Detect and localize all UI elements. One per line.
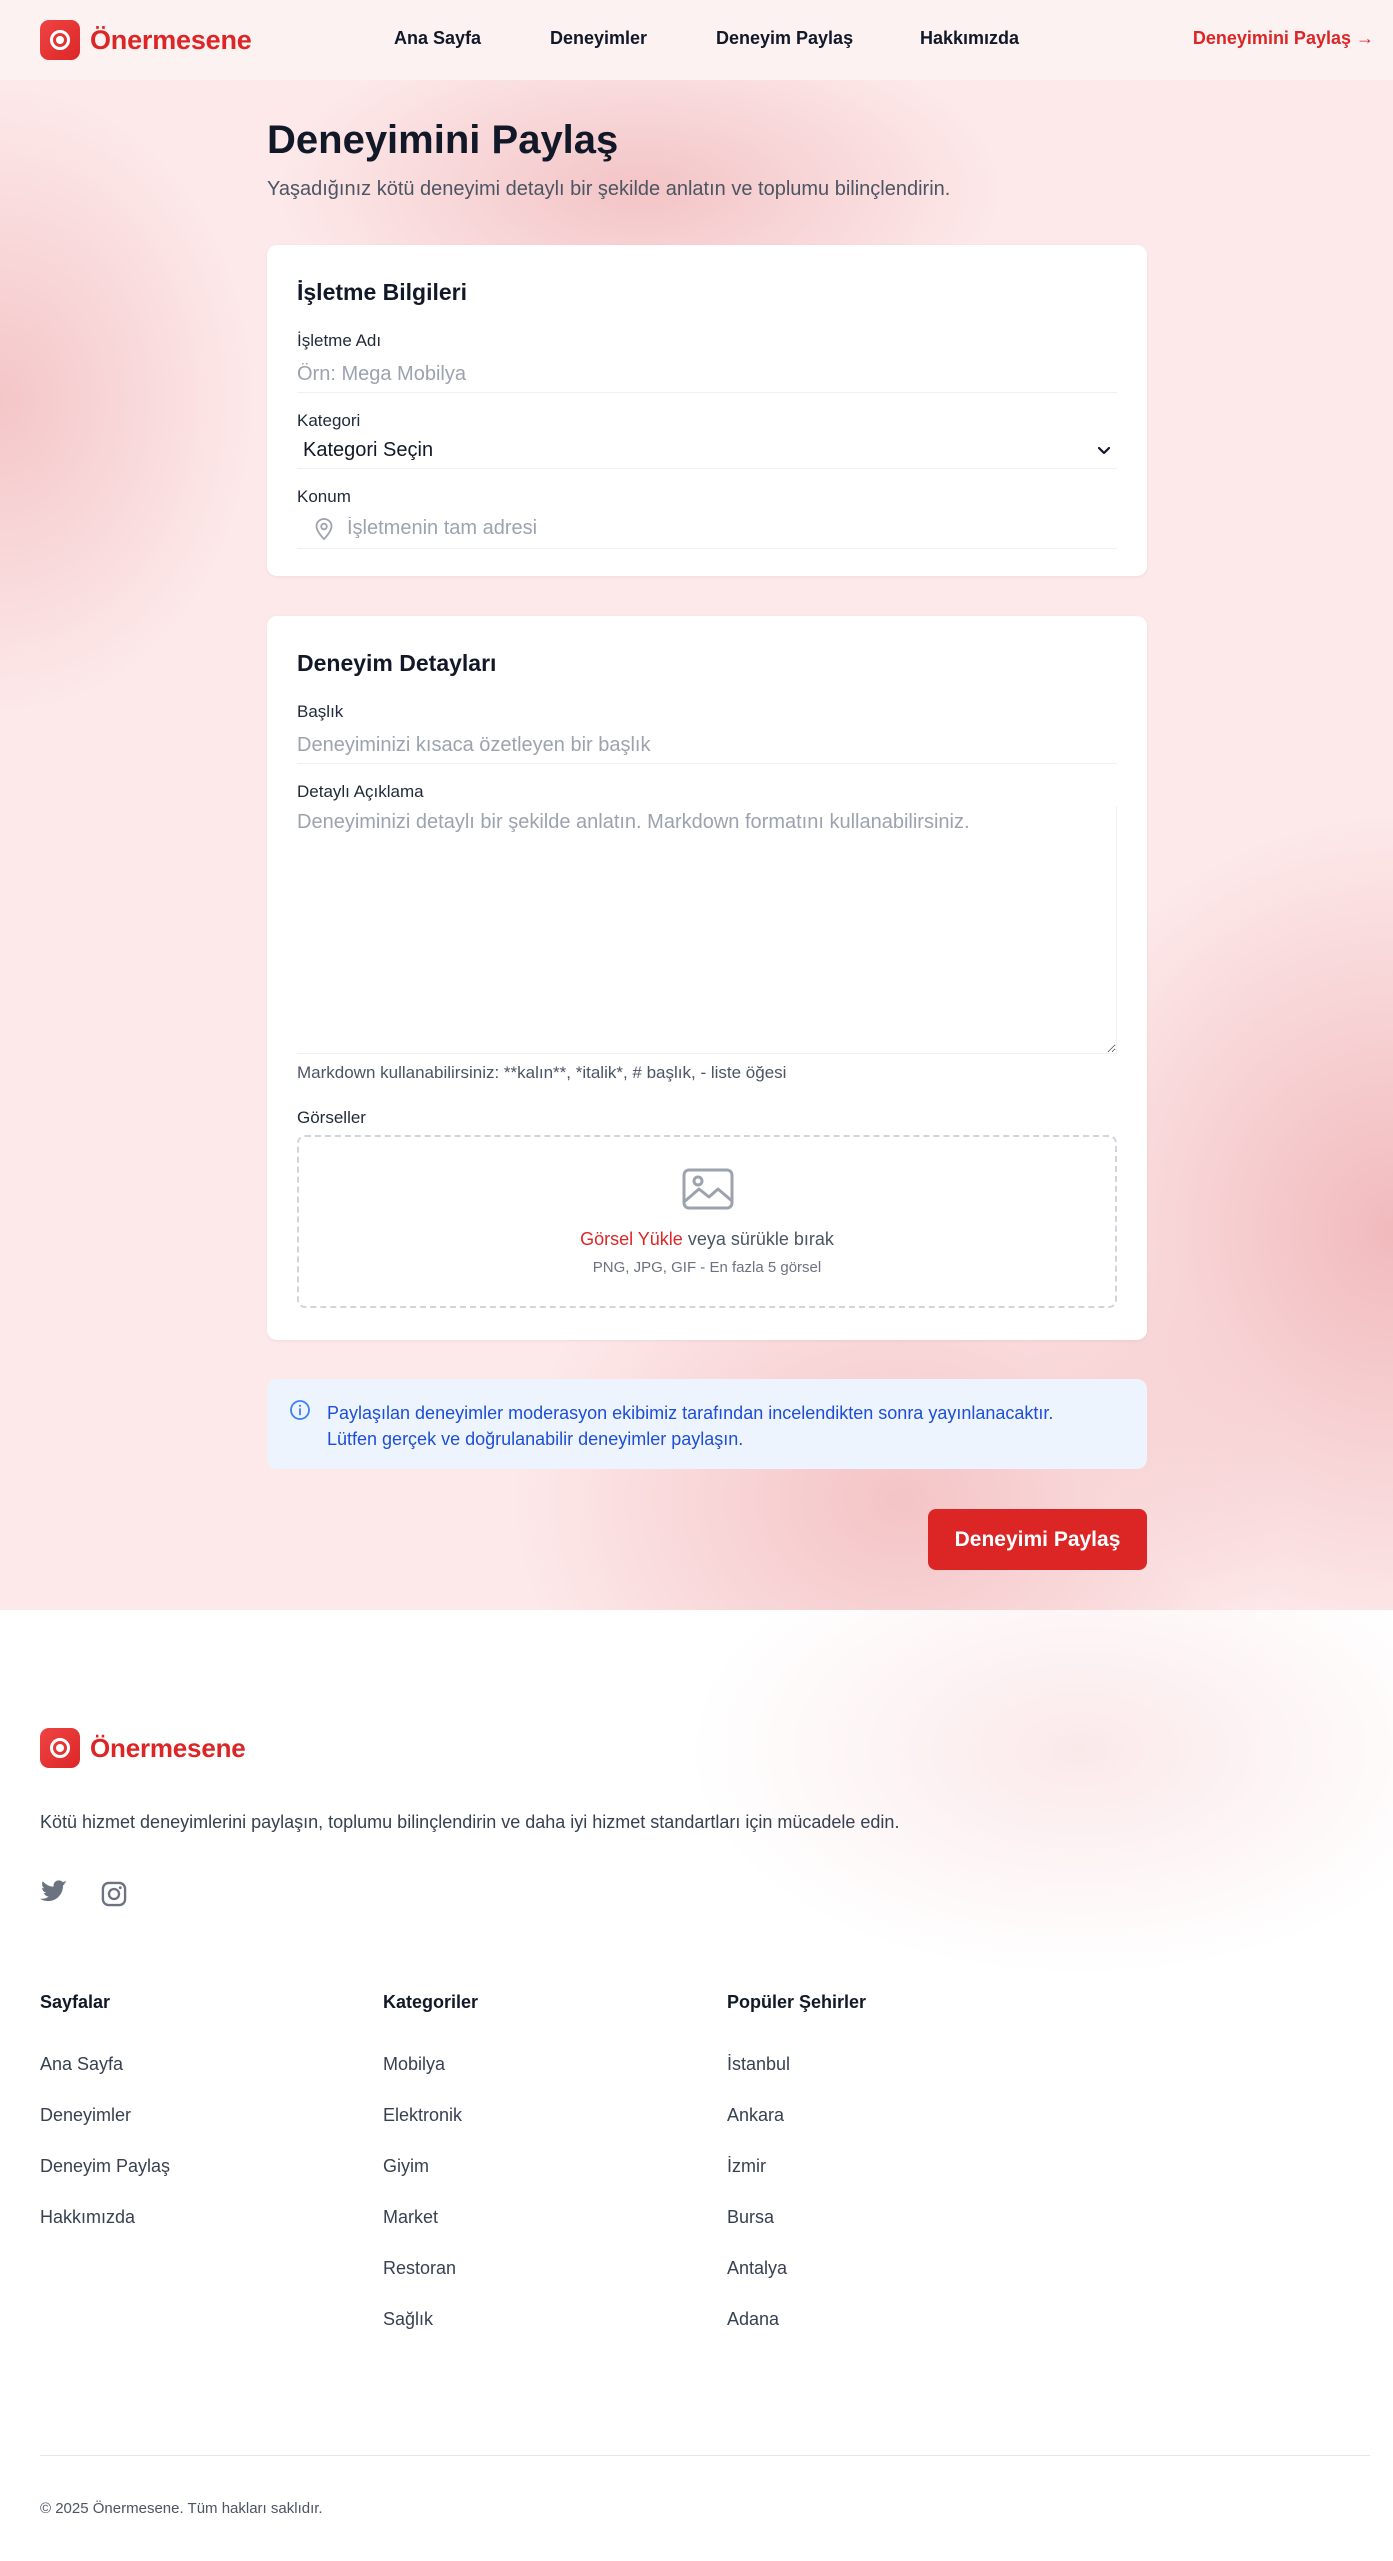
site-header: Önermesene Ana Sayfa Deneyimler Deneyim … — [0, 0, 1393, 80]
upload-rest-text: veya sürükle bırak — [682, 1229, 834, 1249]
category-select[interactable]: Kategori Seçin — [297, 433, 1117, 469]
footer-link[interactable]: İzmir — [727, 2156, 766, 2177]
business-name-label: İşletme Adı — [297, 331, 382, 350]
business-card-title: İşletme Bilgileri — [297, 279, 468, 305]
footer-col-title-categories: Kategoriler — [383, 1992, 479, 2012]
footer-link[interactable]: Adana — [727, 2309, 779, 2330]
header-share-cta[interactable]: Deneyimini Paylaş → — [1193, 28, 1374, 49]
twitter-icon[interactable] — [40, 1880, 68, 1904]
upload-constraints: PNG, JPG, GIF - En fazla 5 görsel — [592, 1259, 822, 1276]
nav-link-home[interactable]: Ana Sayfa — [394, 28, 481, 49]
instagram-icon[interactable] — [100, 1880, 128, 1908]
info-icon — [290, 1400, 310, 1420]
nav-link-experiences[interactable]: Deneyimler — [550, 28, 647, 49]
upload-link[interactable]: Görsel Yükle — [580, 1229, 683, 1249]
description-textarea[interactable] — [297, 806, 1117, 1054]
moderation-notice: Paylaşılan deneyimler moderasyon ekibimi… — [267, 1379, 1147, 1469]
experience-card-title: Deneyim Detayları — [297, 650, 497, 676]
markdown-hint: Markdown kullanabilirsiniz: **kalın**, *… — [297, 1063, 787, 1082]
location-field — [297, 509, 1117, 549]
footer-link[interactable]: Deneyim Paylaş — [40, 2156, 170, 2177]
footer-link[interactable]: Antalya — [727, 2258, 787, 2279]
footer-link[interactable]: Bursa — [727, 2207, 774, 2228]
location-label: Konum — [297, 487, 351, 506]
page-subtitle: Yaşadığınız kötü deneyimi detaylı bir şe… — [267, 178, 951, 200]
images-label: Görseller — [297, 1108, 366, 1127]
nav-link-about[interactable]: Hakkımızda — [920, 28, 1019, 49]
business-name-input[interactable] — [297, 357, 1117, 393]
page-title: Deneyimini Paylaş — [267, 118, 619, 162]
footer-divider — [40, 2455, 1370, 2456]
copyright: © 2025 Önermesene. Tüm hakları saklıdır. — [40, 2500, 323, 2517]
heading-input[interactable] — [297, 728, 1117, 764]
footer-link[interactable]: Sağlık — [383, 2309, 433, 2330]
image-dropzone[interactable]: Görsel Yükle veya sürükle bırak PNG, JPG… — [297, 1135, 1117, 1308]
footer-link[interactable]: Restoran — [383, 2258, 456, 2279]
upload-instruction: Görsel Yükle veya sürükle bırak — [299, 1229, 1115, 1250]
business-info-card: İşletme Bilgileri İşletme Adı Kategori K… — [267, 245, 1147, 576]
map-pin-icon — [315, 518, 333, 541]
footer-logo[interactable]: Önermesene — [40, 1728, 246, 1768]
category-selected-value: Kategori Seçin — [303, 439, 434, 461]
location-input[interactable] — [347, 509, 1107, 547]
footer-link[interactable]: Market — [383, 2207, 438, 2228]
footer-description: Kötü hizmet deneyimlerini paylaşın, topl… — [40, 1812, 900, 1832]
description-label: Detaylı Açıklama — [297, 782, 424, 801]
footer-link[interactable]: Hakkımızda — [40, 2207, 135, 2228]
heading-label: Başlık — [297, 702, 344, 721]
submit-button[interactable]: Deneyimi Paylaş — [928, 1509, 1147, 1570]
chevron-down-icon — [1097, 446, 1111, 455]
footer-link[interactable]: Elektronik — [383, 2105, 462, 2126]
notice-line-1: Paylaşılan deneyimler moderasyon ekibimi… — [327, 1403, 1054, 1423]
brand-icon — [40, 20, 80, 60]
experience-details-card: Deneyim Detayları Başlık Detaylı Açıklam… — [267, 616, 1147, 1340]
footer-link[interactable]: İstanbul — [727, 2054, 790, 2075]
footer-col-title-cities: Popüler Şehirler — [727, 1992, 867, 2012]
brand-name: Önermesene — [90, 24, 252, 55]
footer-link[interactable]: Ana Sayfa — [40, 2054, 123, 2075]
footer-link[interactable]: Deneyimler — [40, 2105, 131, 2126]
footer-brand-icon — [40, 1728, 80, 1768]
footer-brand-name: Önermesene — [90, 1732, 246, 1763]
footer-col-title-pages: Sayfalar — [40, 1992, 111, 2012]
notice-text: Paylaşılan deneyimler moderasyon ekibimi… — [327, 1400, 1117, 1452]
brand-logo[interactable]: Önermesene — [40, 20, 252, 60]
nav-link-share[interactable]: Deneyim Paylaş — [716, 28, 853, 49]
notice-line-2: Lütfen gerçek ve doğrulanabilir deneyiml… — [327, 1429, 744, 1449]
category-label: Kategori — [297, 411, 361, 430]
footer-link[interactable]: Mobilya — [383, 2054, 445, 2075]
footer-link[interactable]: Giyim — [383, 2156, 429, 2177]
image-icon — [682, 1168, 734, 1210]
footer-link[interactable]: Ankara — [727, 2105, 784, 2126]
